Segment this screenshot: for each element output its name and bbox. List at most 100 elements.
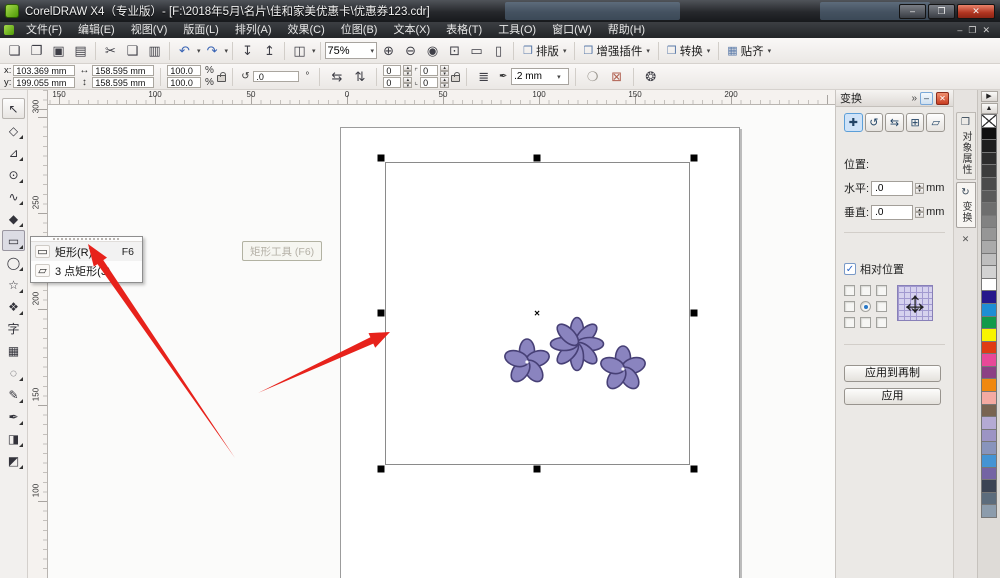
color-swatch[interactable] [981, 479, 997, 493]
anchor-checkbox[interactable] [844, 301, 855, 312]
anchor-checkbox[interactable] [860, 317, 871, 328]
menu-item-5[interactable]: 排列(A) [227, 22, 280, 38]
apply-button[interactable]: 应用 [844, 388, 941, 405]
menu-item-9[interactable]: 表格(T) [438, 22, 490, 38]
anchor-center-radio[interactable] [860, 301, 871, 312]
color-swatch[interactable] [981, 504, 997, 518]
ellipse-tool[interactable]: ◯ [2, 252, 25, 273]
redo-icon[interactable]: ↷ [202, 41, 223, 61]
color-swatch[interactable] [981, 227, 997, 241]
object-width-field[interactable] [92, 65, 155, 76]
interactive-fill-tool[interactable]: ◩ [2, 450, 25, 471]
horizontal-field[interactable] [871, 180, 914, 196]
color-swatch[interactable] [981, 290, 997, 304]
color-swatch[interactable] [981, 189, 997, 204]
open-icon[interactable]: ❐ [26, 41, 47, 61]
docker-close-button[interactable]: ✕ [936, 91, 949, 105]
color-swatch[interactable] [981, 315, 997, 330]
export-icon[interactable]: ↥ [259, 41, 280, 61]
palette-scroll-up-button[interactable]: ▲ [980, 103, 998, 114]
docker-tab-close-button[interactable]: ✕ [962, 234, 970, 245]
color-swatch[interactable] [981, 277, 997, 292]
scale-mirror-button[interactable]: ⇆ [885, 113, 904, 132]
zoom-level-combo[interactable]: ▾ [324, 42, 378, 59]
shape-tool[interactable]: ◇ [2, 120, 25, 141]
import-icon[interactable]: ↧ [237, 41, 258, 61]
save-icon[interactable]: ▣ [48, 41, 69, 61]
skew-button[interactable]: ▱ [926, 113, 945, 132]
outline-pen-tool[interactable]: ✒ [2, 406, 25, 427]
color-swatch[interactable] [981, 202, 997, 216]
anchor-checkbox[interactable] [844, 285, 855, 296]
rotate-button[interactable]: ↺ [864, 113, 884, 132]
anchor-checkbox[interactable] [876, 285, 887, 296]
rectangle-tool[interactable]: ▭ [2, 230, 25, 251]
crop-tool[interactable]: ⊿ [2, 142, 25, 163]
menu-item-rectangle[interactable]: ▭ 矩形(R) F6 [31, 242, 142, 261]
snap-button[interactable]: ▦ 贴齐 ▾ [722, 41, 776, 60]
doc-restore-button[interactable]: ❐ [968, 25, 976, 36]
chevron-down-icon[interactable]: ▾ [225, 47, 229, 55]
color-swatch[interactable] [981, 353, 997, 367]
color-swatch[interactable] [981, 466, 997, 481]
flower-shape[interactable] [549, 316, 605, 372]
rotation-field[interactable] [253, 71, 300, 82]
to-back-button[interactable]: ⊠ [606, 67, 627, 87]
menu-item-3-point-rectangle[interactable]: ▱ 3 点矩形(3) [31, 261, 142, 280]
zoom-tool[interactable]: ⊙ [2, 164, 25, 185]
color-swatch[interactable] [981, 265, 997, 279]
doc-minimize-button[interactable]: – [957, 25, 962, 36]
corner-lock-icon[interactable] [451, 72, 461, 82]
color-swatch[interactable] [981, 441, 997, 456]
color-swatch[interactable] [981, 328, 997, 342]
zoom-all-objects-icon[interactable]: ⊡ [444, 41, 465, 61]
size-button[interactable]: ⊞ [905, 113, 925, 132]
eyedropper-tool[interactable]: ✎ [2, 384, 25, 405]
basic-shapes-tool[interactable]: ❖ [2, 296, 25, 317]
flower-objects[interactable] [48, 105, 835, 578]
copy-icon[interactable]: ❑ [122, 41, 143, 61]
horizontal-ruler[interactable]: 150 100 50 0 50 100 150 200 [48, 90, 835, 105]
flower-shape[interactable] [599, 345, 647, 392]
pick-tool[interactable]: ↖ [2, 98, 25, 119]
outline-width-input[interactable] [514, 71, 555, 82]
tab-transform[interactable]: ↻ 变换 [955, 182, 976, 228]
color-swatch[interactable] [981, 164, 997, 178]
zoom-out-icon[interactable]: ⊖ [400, 41, 421, 61]
maximize-button[interactable]: ❐ [928, 3, 955, 19]
chevron-down-icon[interactable]: ▾ [197, 47, 201, 55]
color-swatch[interactable] [981, 454, 997, 468]
plugins-button[interactable]: ❒ 增强插件 ▾ [578, 41, 654, 60]
close-button[interactable]: ✕ [957, 3, 995, 19]
drawing-canvas[interactable]: × [48, 105, 835, 578]
symmetry-button[interactable]: ❂ [640, 67, 661, 87]
docker-minimize-button[interactable]: – [920, 91, 933, 105]
freehand-tool[interactable]: ∿ [2, 186, 25, 207]
anchor-checkbox[interactable] [876, 301, 887, 312]
corner-spinner[interactable]: ▴ ▾ [403, 77, 413, 88]
menu-item-2[interactable]: 编辑(E) [70, 22, 123, 38]
object-height-field[interactable] [92, 77, 155, 88]
flower-shape[interactable] [503, 338, 551, 385]
color-swatch[interactable] [981, 176, 997, 191]
color-swatch[interactable] [981, 391, 997, 405]
wrap-text-button[interactable]: ≣ [473, 67, 494, 87]
convert-button[interactable]: ❒ 转换 ▾ [662, 41, 715, 60]
palette-options-button[interactable]: ▶ [980, 91, 998, 102]
text-tool[interactable]: 字 [2, 318, 25, 339]
doc-close-button[interactable]: ✕ [982, 25, 990, 36]
menu-item-4[interactable]: 版面(L) [175, 22, 226, 38]
position-button[interactable]: ✚ [844, 113, 863, 132]
fill-tool[interactable]: ◨ [2, 428, 25, 449]
vertical-ruler[interactable]: 300 250 200 150 100 [28, 90, 48, 578]
y-position-field[interactable] [13, 77, 76, 88]
color-swatch[interactable] [981, 139, 997, 153]
cut-icon[interactable]: ✂ [100, 41, 121, 61]
new-document-icon[interactable]: ❏ [4, 41, 25, 61]
color-swatch[interactable] [981, 340, 997, 355]
corner-radius-field[interactable] [383, 77, 402, 88]
color-swatch[interactable] [981, 214, 997, 229]
menu-item-1[interactable]: 文件(F) [18, 22, 70, 38]
tab-object-properties[interactable]: ❒ 对象属性 [955, 112, 976, 180]
color-swatch[interactable] [981, 151, 997, 166]
